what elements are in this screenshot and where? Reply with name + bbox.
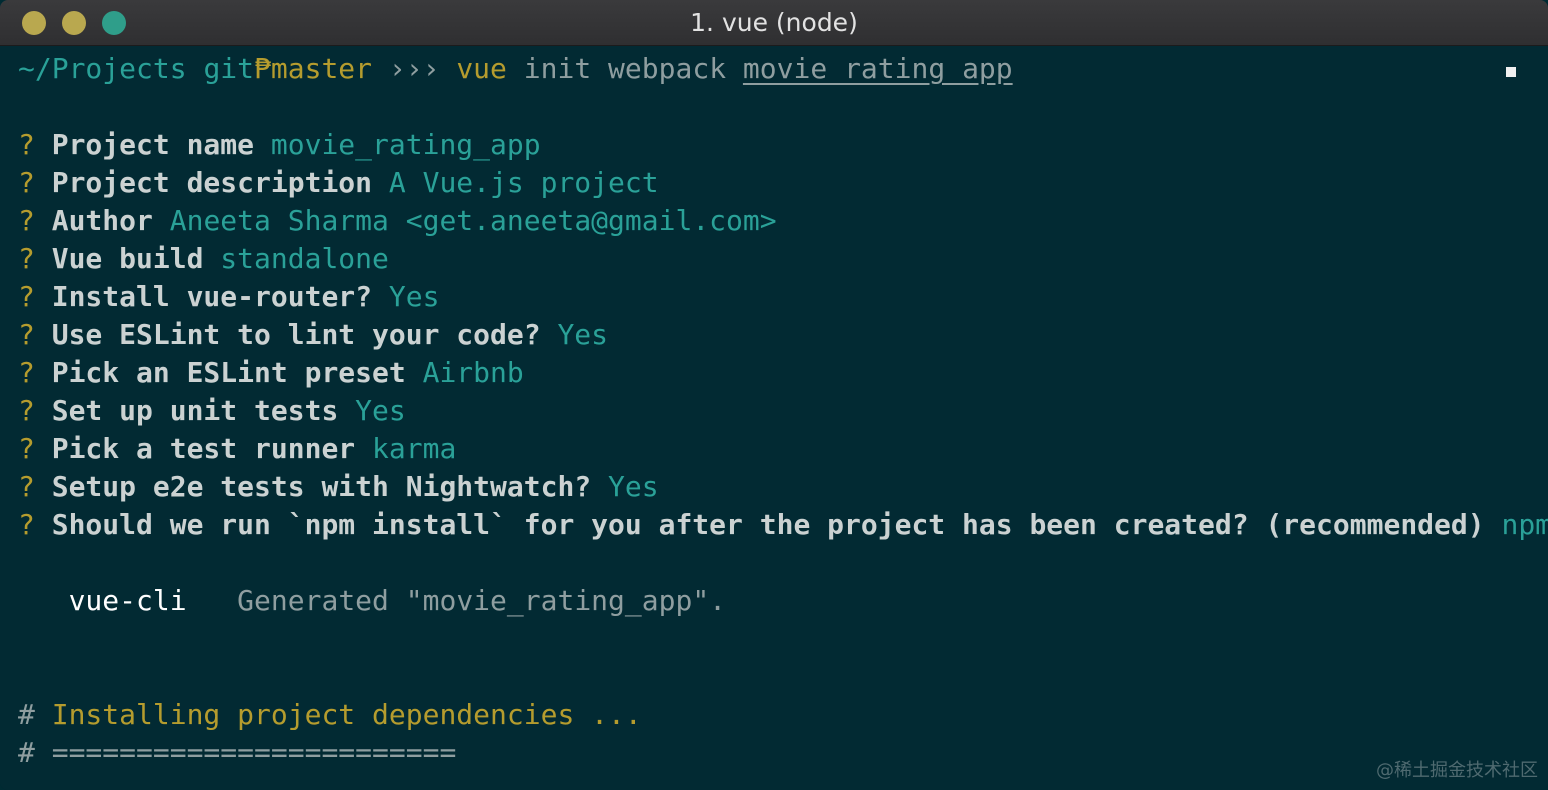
installing-rule: ======================== [51,736,457,769]
command-args: init webpack [523,52,727,85]
question-label: Pick a test runner [51,432,356,465]
prompt-line: ~/Projects git₱master ››› vue init webpa… [18,50,1013,88]
question-line: ? Project description A Vue.js project [18,164,659,202]
question-mark: ? [18,432,35,465]
question-mark: ? [18,280,35,313]
title-bar[interactable]: 1. vue (node) [0,0,1548,46]
question-mark: ? [18,394,35,427]
question-label: Setup e2e tests with Nightwatch? [51,470,592,503]
installing-line: # Installing project dependencies ... [18,696,642,734]
question-label: Should we run `npm install` for you afte… [51,508,1485,541]
installing-rule-line: # ======================== [18,734,456,772]
question-answer: Airbnb [422,356,524,389]
question-answer: npm [1501,508,1548,541]
question-mark: ? [18,356,35,389]
generated-message: Generated "movie_rating_app". [237,584,727,617]
question-answer: standalone [220,242,389,275]
question-line: ? Install vue-router? Yes [18,278,439,316]
question-mark: ? [18,470,35,503]
terminal-output[interactable]: ~/Projects git₱master ››› vue init webpa… [0,46,1548,790]
question-mark: ? [18,318,35,351]
generated-line: vue-cli Generated "movie_rating_app". [18,582,726,620]
command-vue: vue [456,52,507,85]
question-mark: ? [18,508,35,541]
question-mark: ? [18,128,35,161]
prompt-cwd: ~/Projects [18,52,187,85]
question-mark: ? [18,242,35,275]
question-line: ? Setup e2e tests with Nightwatch? Yes [18,468,659,506]
installing-hash: # [18,698,35,731]
question-answer: movie_rating_app [270,128,541,161]
terminal-cursor [1506,67,1516,77]
question-label: Author [51,204,153,237]
question-line: ? Author Aneeta Sharma <get.aneeta@gmail… [18,202,777,240]
terminal-window: 1. vue (node) ~/Projects git₱master ››› … [0,0,1548,790]
question-answer: A Vue.js project [388,166,659,199]
question-label: Install vue-router? [51,280,373,313]
question-line: ? Use ESLint to lint your code? Yes [18,316,608,354]
question-answer: karma [372,432,457,465]
question-answer: Yes [355,394,406,427]
question-label: Project name [51,128,255,161]
question-line: ? Set up unit tests Yes [18,392,406,430]
prompt-branch: master [270,52,373,85]
prompt-git: git [203,52,255,85]
question-line: ? Project name movie_rating_app [18,126,541,164]
watermark: @稀土掘金技术社区 [1376,760,1538,781]
question-answer: Yes [608,470,659,503]
generated-tool: vue-cli [68,584,187,617]
question-line: ? Should we run `npm install` for you af… [18,506,1548,544]
question-answer: Yes [388,280,440,313]
window-title: 1. vue (node) [690,8,858,37]
prompt-arrows: ››› [388,52,440,85]
question-mark: ? [18,166,35,199]
question-answer: Yes [557,318,609,351]
question-label: Set up unit tests [51,394,339,427]
question-line: ? Pick a test runner karma [18,430,456,468]
command-project-arg: movie_rating_app [742,52,1013,85]
question-line: ? Pick an ESLint preset Airbnb [18,354,524,392]
question-label: Pick an ESLint preset [51,356,406,389]
installing-text: Installing project dependencies ... [51,698,642,731]
question-line: ? Vue build standalone [18,240,389,278]
question-answer: Aneeta Sharma <get.aneeta@gmail.com> [169,204,777,237]
question-mark: ? [18,204,35,237]
rule-hash: # [18,736,35,769]
question-label: Use ESLint to lint your code? [51,318,541,351]
question-label: Project description [51,166,373,199]
branch-icon: ₱ [254,52,271,85]
question-label: Vue build [51,242,204,275]
